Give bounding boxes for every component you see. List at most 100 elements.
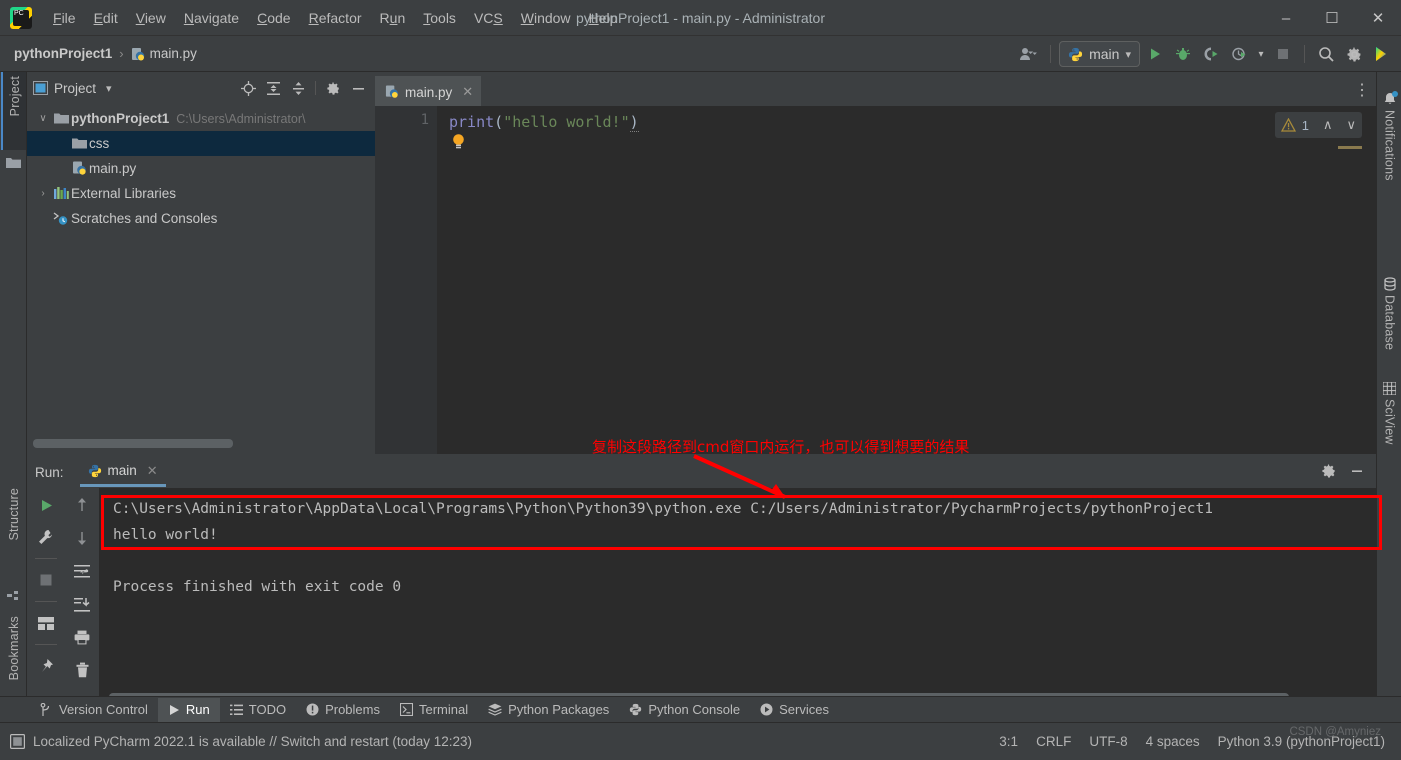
console-line-2: hello world!: [113, 527, 218, 543]
breadcrumb-project[interactable]: pythonProject1: [14, 46, 112, 61]
up-arrow-icon[interactable]: [70, 494, 94, 516]
menu-item-run[interactable]: Run: [371, 6, 415, 30]
run-configuration-label: main: [1089, 46, 1120, 62]
breadcrumb-file[interactable]: main.py: [131, 46, 197, 61]
run-configuration-selector[interactable]: main ▾: [1059, 41, 1140, 67]
tree-row-mainpy[interactable]: main.py: [27, 156, 375, 181]
chevron-up-icon[interactable]: ∧: [1323, 117, 1333, 133]
menu-item-vcs[interactable]: VCS: [465, 6, 512, 30]
run-console-output[interactable]: C:\Users\Administrator\AppData\Local\Pro…: [99, 488, 1376, 708]
menu-item-edit[interactable]: Edit: [85, 6, 127, 30]
bottom-item-problems[interactable]: Problems: [296, 698, 390, 722]
project-panel-caret-icon[interactable]: ▾: [106, 82, 112, 95]
bottom-item-services[interactable]: Services: [750, 698, 839, 722]
tree-row-external-libraries[interactable]: › External Libraries: [27, 181, 375, 206]
coverage-icon[interactable]: [1198, 41, 1224, 67]
bottom-item-version-control[interactable]: Version Control: [30, 698, 158, 722]
debug-icon[interactable]: [1170, 41, 1196, 67]
bottom-item-terminal[interactable]: Terminal: [390, 698, 478, 722]
tree-row-css[interactable]: css: [27, 131, 375, 156]
close-button[interactable]: ✕: [1355, 0, 1401, 36]
hide-panel-icon[interactable]: [347, 77, 369, 99]
menu-item-file[interactable]: File: [44, 6, 85, 30]
scroll-to-end-icon[interactable]: [70, 593, 94, 615]
wrench-icon[interactable]: [34, 526, 58, 548]
run-hide-icon[interactable]: [1346, 460, 1368, 482]
editor-tab-mainpy[interactable]: main.py ✕: [375, 76, 482, 106]
project-settings-icon[interactable]: [322, 77, 344, 99]
close-icon[interactable]: ✕: [462, 84, 473, 100]
python-file-icon: [131, 47, 145, 61]
search-icon[interactable]: [1313, 41, 1339, 67]
structure-icon[interactable]: [1, 584, 26, 606]
intention-bulb-icon[interactable]: [451, 133, 466, 150]
down-arrow-icon[interactable]: [70, 527, 94, 549]
code-editor[interactable]: 1 print("hello world!") 1 ∧ ∨: [375, 106, 1376, 454]
menu-item-code[interactable]: Code: [248, 6, 299, 30]
pin-icon[interactable]: [34, 655, 58, 677]
stop-icon[interactable]: [1270, 41, 1296, 67]
expand-all-icon[interactable]: [262, 77, 284, 99]
code-token-string: "hello world!": [503, 113, 630, 131]
editor-warning-stripe[interactable]: [1338, 146, 1362, 149]
sidebar-item-sciview[interactable]: SciView: [1379, 382, 1400, 445]
sidebar-item-structure[interactable]: Structure: [1, 484, 26, 580]
run-settings-icon[interactable]: [1318, 460, 1340, 482]
menu-item-tools[interactable]: Tools: [414, 6, 465, 30]
chevron-down-icon[interactable]: ∨: [1346, 117, 1356, 133]
chevron-down-icon: ▾: [1125, 48, 1131, 61]
bell-icon: [1383, 91, 1398, 106]
code-content[interactable]: print("hello world!"): [437, 106, 1376, 454]
soft-wrap-icon[interactable]: [70, 560, 94, 582]
bottom-item-todo[interactable]: TODO: [220, 698, 296, 722]
chevron-down-icon[interactable]: ∨: [35, 113, 51, 124]
menu-item-window[interactable]: Window: [512, 6, 580, 30]
tree-row-scratches[interactable]: Scratches and Consoles: [27, 206, 375, 231]
indent-setting[interactable]: 4 spaces: [1146, 734, 1200, 749]
branch-icon: [40, 702, 53, 717]
stop-icon[interactable]: [34, 569, 58, 591]
bottom-item-python-console[interactable]: Python Console: [619, 698, 750, 722]
more-vertical-icon[interactable]: ⋮: [1354, 80, 1370, 100]
rerun-icon[interactable]: [34, 494, 58, 516]
project-panel-toolbar: [237, 77, 369, 99]
menu-item-view[interactable]: View: [127, 6, 175, 30]
maximize-button[interactable]: ☐: [1309, 0, 1355, 36]
sidebar-item-notifications[interactable]: Notifications: [1379, 91, 1400, 181]
bottom-item-python-packages[interactable]: Python Packages: [478, 698, 619, 722]
inspection-widget[interactable]: 1 ∧ ∨: [1274, 112, 1362, 138]
menu-item-help[interactable]: Help: [580, 6, 627, 30]
run-tab-main[interactable]: main ✕: [79, 457, 166, 487]
sidebar-item-database[interactable]: Database: [1379, 277, 1400, 350]
line-separator[interactable]: CRLF: [1036, 734, 1071, 749]
run-panel-body: C:\Users\Administrator\AppData\Local\Pro…: [27, 488, 1376, 708]
scrollbar-thumb[interactable]: [33, 439, 233, 448]
caret-position[interactable]: 3:1: [999, 734, 1018, 749]
run-icon[interactable]: [1142, 41, 1168, 67]
profile-dropdown-icon[interactable]: ▾: [1254, 41, 1268, 67]
bottom-item-run[interactable]: Run: [157, 697, 220, 722]
minimize-button[interactable]: –: [1263, 0, 1309, 36]
close-icon[interactable]: ✕: [147, 463, 158, 479]
profile-icon[interactable]: [1226, 41, 1252, 67]
ai-assistant-icon[interactable]: [1369, 41, 1395, 67]
status-message[interactable]: Localized PyCharm 2022.1 is available //…: [33, 734, 472, 749]
settings-icon[interactable]: [1341, 41, 1367, 67]
locate-icon[interactable]: [237, 77, 259, 99]
print-icon[interactable]: [70, 626, 94, 648]
sidebar-item-project[interactable]: Project: [1, 72, 26, 150]
menu-item-refactor[interactable]: Refactor: [300, 6, 371, 30]
chevron-right-icon[interactable]: ›: [35, 188, 51, 199]
editor-tab-more[interactable]: ⋮: [1354, 80, 1370, 100]
tree-row-project[interactable]: ∨ pythonProject1 C:\Users\Administrator\: [27, 106, 375, 131]
project-horizontal-scrollbar[interactable]: [33, 439, 373, 448]
menu-item-navigate[interactable]: Navigate: [175, 6, 248, 30]
trash-icon[interactable]: [70, 659, 94, 681]
status-message-area[interactable]: Localized PyCharm 2022.1 is available //…: [10, 734, 472, 749]
user-icon[interactable]: [1016, 41, 1042, 67]
project-folder-icon[interactable]: [1, 152, 26, 178]
collapse-all-icon[interactable]: [287, 77, 309, 99]
sidebar-item-bookmarks-label: Bookmarks: [6, 616, 21, 681]
file-encoding[interactable]: UTF-8: [1089, 734, 1127, 749]
layout-icon[interactable]: [34, 612, 58, 634]
